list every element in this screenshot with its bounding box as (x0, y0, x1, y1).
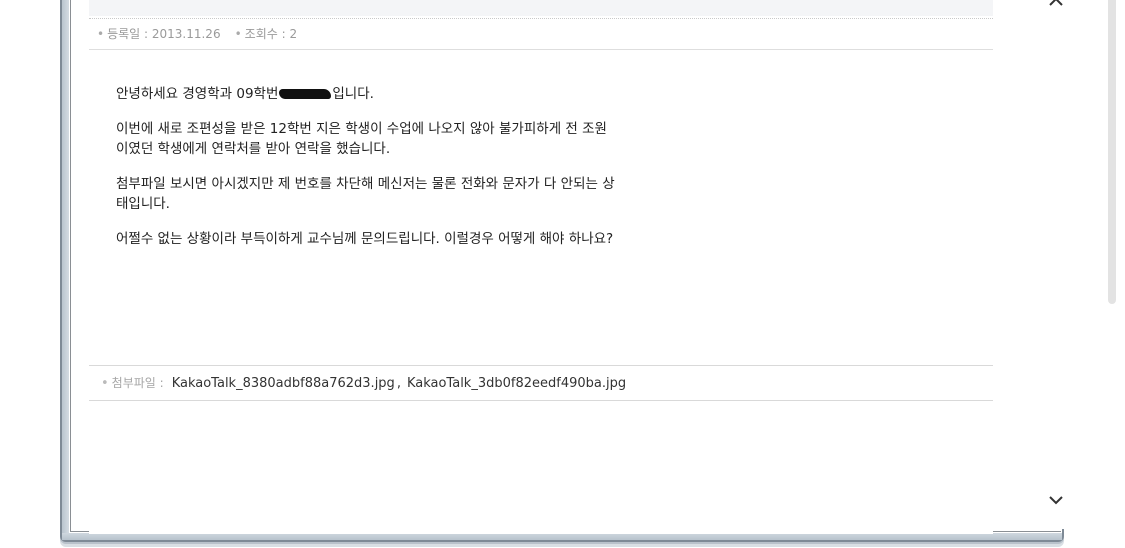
post-view-count: 조회수 : 2 (244, 27, 298, 41)
post-text: 첨부파일 보시면 아시겠지만 제 번호를 차단해 메신저는 물론 전화와 문자가… (116, 176, 615, 192)
post-text: 어쩔수 없는 상황이라 부득이하게 교수님께 문의드립니다. 이럴경우 어떻게 … (116, 231, 614, 247)
bullet-icon: • (97, 27, 105, 41)
chevron-down-icon (1049, 496, 1063, 505)
scroll-down-button[interactable] (1046, 490, 1066, 510)
window-viewport: • 등록일 : 2013.11.26 • 조회수 : 2 안녕하세요 경영학과 09학… (70, 0, 1066, 534)
post-body: 안녕하세요 경영학과 09학번 입니다. 이번에 새로 조편성을 받은 12학번 … (116, 84, 876, 264)
bullet-icon: • (101, 376, 109, 391)
browser-window: • 등록일 : 2013.11.26 • 조회수 : 2 안녕하세요 경영학과 09학… (60, 0, 1066, 542)
attachment-link[interactable]: KakaoTalk_8380adbf88a762d3.jpg (172, 376, 395, 391)
scrollbar[interactable] (1046, 0, 1066, 529)
post-paragraph: 이번에 새로 조편성을 받은 12학번 지은 학생이 수업에 나오지 않아 불가… (116, 119, 876, 159)
window-frame-bottom (62, 533, 1062, 540)
post-paragraph: 안녕하세요 경영학과 09학번 입니다. (116, 84, 876, 104)
post-text: 입니다. (332, 86, 374, 102)
post-text: 이였던 학생에게 연락처를 받아 연락을 했습니다. (116, 141, 391, 157)
scroll-up-button[interactable] (1046, 0, 1066, 12)
post-text: 이번에 새로 조편성을 받은 12학번 지은 학생이 수업에 나오지 않아 불가… (116, 121, 607, 137)
redaction-mark (279, 89, 332, 99)
attachment-link[interactable]: KakaoTalk_3db0f82eedf490ba.jpg (407, 376, 626, 391)
attachment-label: 첨부파일 : (111, 376, 164, 390)
screenshot-stage: • 등록일 : 2013.11.26 • 조회수 : 2 안녕하세요 경영학과 09학… (0, 0, 1125, 548)
post-text: 태입니다. (116, 196, 170, 212)
bullet-icon: • (234, 27, 242, 41)
attachment-row: • 첨부파일 : KakaoTalk_8380adbf88a762d3.jpg, Ka… (89, 365, 993, 401)
post-title-band (89, 0, 993, 16)
post-view: • 등록일 : 2013.11.26 • 조회수 : 2 안녕하세요 경영학과 09학… (89, 0, 993, 534)
chevron-up-icon (1049, 0, 1063, 6)
post-paragraph: 어쩔수 없는 상황이라 부득이하게 교수님께 문의드립니다. 이럴경우 어떻게 … (116, 229, 876, 249)
post-text: 안녕하세요 경영학과 09학번 (116, 86, 279, 102)
attachment-separator: , (396, 376, 401, 391)
page-scrollbar-thumb[interactable] (1108, 0, 1116, 304)
post-paragraph: 첨부파일 보시면 아시겠지만 제 번호를 차단해 메신저는 물론 전화와 문자가… (116, 174, 876, 214)
post-date: 등록일 : 2013.11.26 (107, 27, 221, 41)
post-meta-row: • 등록일 : 2013.11.26 • 조회수 : 2 (89, 18, 993, 50)
window-frame-left (62, 0, 69, 540)
